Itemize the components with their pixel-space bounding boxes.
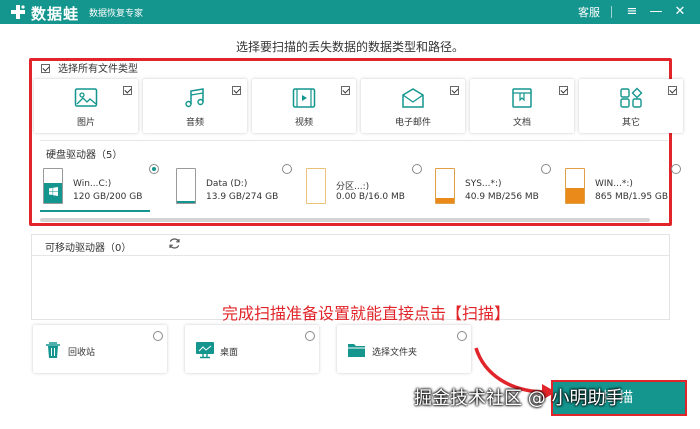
drive-c[interactable]: Win...C:) 120 GB/200 GB — [38, 162, 159, 212]
section-divider — [32, 255, 669, 256]
titlebar-divider — [611, 6, 612, 18]
drive-radio[interactable] — [541, 164, 551, 174]
select-all-check-icon[interactable] — [41, 63, 50, 73]
email-checkbox[interactable] — [450, 86, 459, 95]
email-icon — [402, 88, 424, 108]
image-checkbox[interactable] — [123, 86, 132, 95]
refresh-icon[interactable] — [168, 237, 181, 250]
file-type-card-document[interactable]: 文档 — [470, 79, 574, 133]
page-heading: 选择要扫描的丢失数据的数据类型和路径。 — [235, 40, 464, 54]
drive-usage-fill — [177, 201, 195, 203]
select-all-checkbox[interactable]: 选择所有文件类型 — [41, 61, 138, 75]
drive-radio-selected[interactable] — [149, 164, 159, 174]
location-radio[interactable] — [153, 331, 163, 341]
file-type-card-other[interactable]: 其它 — [579, 79, 683, 133]
document-checkbox[interactable] — [559, 86, 568, 95]
location-label: 回收站 — [68, 348, 96, 358]
audio-checkbox[interactable] — [232, 86, 241, 95]
removable-drives-title: 可移动驱动器（0） — [45, 243, 132, 254]
location-label: 桌面 — [220, 348, 239, 358]
location-label: 选择文件夹 — [372, 348, 418, 358]
horizontal-scrollbar[interactable] — [40, 218, 650, 222]
file-type-card-video[interactable]: 视频 — [252, 79, 356, 133]
drive-name: Data (D:) — [206, 179, 248, 189]
file-type-label: 文档 — [512, 118, 531, 128]
title-bar: 数据蛙 数据恢复专家 客服 ≡ — ✕ — [0, 0, 700, 24]
file-type-label: 图片 — [76, 118, 95, 128]
folder-icon — [348, 344, 366, 357]
drive-radio[interactable] — [671, 164, 681, 174]
drive-icon — [176, 168, 196, 204]
drive-partition[interactable]: 分区...:) 0.00 B/16.0 MB — [301, 162, 422, 210]
watermark: 掘金技术社区 @ 小明助手 — [414, 388, 624, 409]
other-checkbox[interactable] — [668, 86, 677, 95]
other-icon — [620, 87, 643, 108]
drive-usage-fill — [566, 188, 584, 203]
desktop-icon — [196, 342, 214, 359]
trash-icon — [46, 342, 60, 358]
annotation-text: 完成扫描准备设置就能直接点击【扫描】 — [222, 304, 511, 323]
app-name: 数据蛙 — [31, 5, 80, 23]
location-recycle-bin[interactable]: 回收站 — [33, 325, 167, 373]
drive-size: 120 GB/200 GB — [73, 192, 143, 202]
drive-size: 0.00 B/16.0 MB — [336, 192, 405, 202]
drive-name: 分区...:) — [336, 182, 370, 192]
drive-radio[interactable] — [412, 164, 422, 174]
menu-icon[interactable]: ≡ — [622, 2, 642, 22]
drive-icon — [43, 168, 63, 204]
drive-icon — [565, 168, 585, 204]
image-icon — [74, 88, 98, 107]
windows-icon — [49, 187, 58, 196]
drive-size: 40.9 MB/256 MB — [465, 192, 539, 202]
drive-radio[interactable] — [282, 164, 292, 174]
file-type-card-audio[interactable]: 音频 — [143, 79, 247, 133]
customer-service-link[interactable]: 客服 — [578, 4, 600, 20]
drive-icon — [306, 168, 326, 204]
logo-icon — [11, 5, 25, 19]
file-type-label: 视频 — [294, 118, 313, 128]
document-icon — [512, 88, 532, 108]
drive-d[interactable]: Data (D:) 13.9 GB/274 GB — [171, 162, 292, 210]
file-type-card-email[interactable]: 电子邮件 — [361, 79, 465, 133]
drive-size: 865 MB/1.95 GB — [595, 192, 669, 202]
app-tagline: 数据恢复专家 — [89, 9, 144, 19]
file-type-card-image[interactable]: 图片 — [34, 79, 138, 133]
file-type-label: 其它 — [621, 118, 640, 128]
drive-usage-fill — [436, 197, 454, 203]
hard-drives-title: 硬盘驱动器（5） — [46, 150, 123, 161]
drive-icon — [435, 168, 455, 204]
location-desktop[interactable]: 桌面 — [185, 325, 319, 373]
file-type-label: 音频 — [185, 118, 204, 128]
file-type-label: 电子邮件 — [394, 118, 431, 128]
minimize-icon[interactable]: — — [646, 2, 666, 22]
section-divider — [40, 140, 668, 141]
video-icon — [292, 88, 316, 108]
video-checkbox[interactable] — [341, 86, 350, 95]
drive-name: WIN...*:) — [595, 179, 633, 189]
drive-win[interactable]: WIN...*:) 865 MB/1.95 GB — [560, 162, 681, 210]
select-all-label: 选择所有文件类型 — [58, 64, 138, 75]
location-choose-folder[interactable]: 选择文件夹 — [337, 325, 471, 373]
drive-sys[interactable]: SYS...*:) 40.9 MB/256 MB — [430, 162, 551, 210]
close-icon[interactable]: ✕ — [670, 2, 690, 22]
location-radio[interactable] — [457, 331, 467, 341]
drive-size: 13.9 GB/274 GB — [206, 192, 279, 202]
drive-name: SYS...*:) — [465, 179, 502, 189]
drive-name: Win...C:) — [73, 179, 112, 189]
location-radio[interactable] — [305, 331, 315, 341]
selected-underline — [40, 210, 150, 212]
music-icon — [185, 88, 204, 108]
